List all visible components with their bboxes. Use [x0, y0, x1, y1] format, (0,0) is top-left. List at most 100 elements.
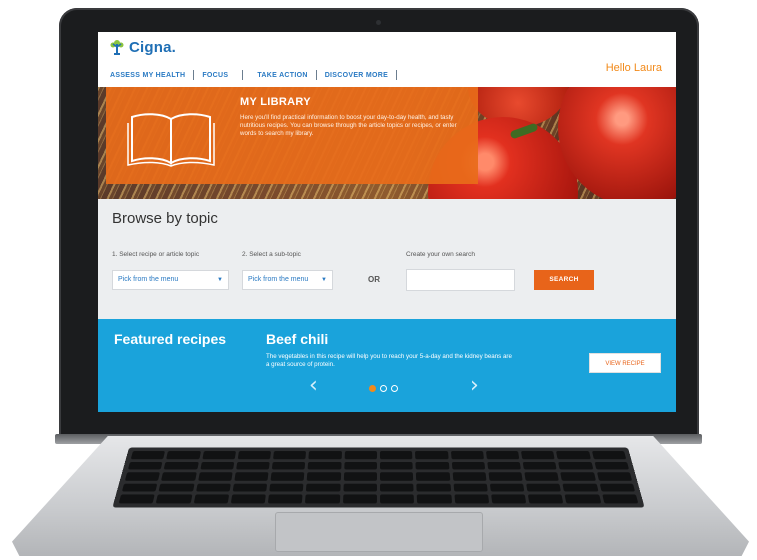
keyboard-key — [379, 472, 414, 481]
search-input[interactable] — [406, 269, 515, 291]
logo-text: Cigna. — [129, 38, 177, 56]
carousel-dots — [369, 385, 398, 392]
search-label: Create your own search — [406, 251, 476, 258]
keyboard-key — [121, 483, 158, 492]
keyboard-key — [166, 451, 201, 459]
keyboard-key — [380, 494, 415, 504]
carousel-dot[interactable] — [380, 385, 387, 392]
cigna-logo[interactable]: Cigna. — [108, 38, 176, 56]
carousel-dot[interactable] — [391, 385, 398, 392]
subtopic-select-value: Pick from the menu — [248, 276, 309, 283]
keyboard-key — [197, 472, 233, 481]
nav-divider — [315, 70, 317, 80]
keyboard-key — [379, 461, 414, 470]
keyboard-key — [591, 451, 627, 459]
browse-section: Browse by topic 1. Select recipe or arti… — [98, 199, 676, 319]
keyboard-key — [230, 494, 266, 504]
keyboard-key — [560, 472, 596, 481]
keyboard-key — [268, 494, 303, 504]
nav-divider — [396, 70, 398, 80]
recipe-description: The vegetables in this recipe will help … — [266, 353, 512, 368]
topic-select-value: Pick from the menu — [118, 276, 179, 283]
view-recipe-button[interactable]: VIEW RECIPE — [589, 353, 661, 373]
keyboard-key — [562, 483, 599, 492]
keyboard-key — [528, 494, 564, 504]
step1-label: 1. Select recipe or article topic — [112, 251, 200, 258]
keyboard-key — [199, 461, 235, 470]
keyboard-key — [234, 472, 269, 481]
tree-icon — [110, 40, 124, 55]
keyboard-key — [488, 472, 523, 481]
keyboard-key — [416, 483, 451, 492]
keyboard-key — [307, 472, 341, 481]
keyboard-key — [451, 461, 486, 470]
keyboard-key — [269, 483, 304, 492]
keyboard-key — [415, 451, 449, 459]
main-nav: ASSESS MY HEALTH FOCUS TAKE ACTION DISCO… — [110, 70, 405, 80]
keyboard-key — [343, 461, 378, 470]
browse-title: Browse by topic — [112, 210, 218, 227]
laptop-screen: Cigna. Hello Laura ASSESS MY HEALTH FOCU… — [98, 32, 676, 412]
hero-title: MY LIBRARY — [240, 96, 311, 108]
keyboard-key — [342, 494, 377, 504]
chevron-left-icon[interactable]: ‹ — [309, 373, 318, 398]
search-button[interactable]: SEARCH — [534, 270, 594, 290]
keyboard-key — [379, 451, 413, 459]
keyboard-key — [556, 451, 591, 459]
featured-recipes: Featured recipes Beef chili The vegetabl… — [98, 319, 676, 412]
keyboard-key — [521, 451, 555, 459]
keyboard-key — [235, 461, 270, 470]
nav-take-action[interactable]: TAKE ACTION — [257, 72, 307, 79]
library-hero: MY LIBRARY Here you'll find practical in… — [98, 87, 676, 199]
keyboard-key — [344, 451, 378, 459]
keyboard-key — [118, 494, 155, 504]
keyboard-key — [558, 461, 594, 470]
chevron-right-icon[interactable]: › — [470, 373, 479, 398]
subtopic-select[interactable]: Pick from the menu ▼ — [242, 270, 333, 290]
keyboard-key — [417, 494, 452, 504]
nav-discover-more[interactable]: DISCOVER MORE — [325, 72, 388, 79]
keyboard-key — [489, 483, 525, 492]
keyboard-key — [596, 472, 633, 481]
chevron-down-icon: ▼ — [321, 277, 327, 283]
keyboard-key — [307, 461, 342, 470]
keyboard-key — [305, 494, 340, 504]
keyboard-key — [237, 451, 272, 459]
keyboard-key — [155, 494, 192, 504]
nav-assess-my-health[interactable]: ASSESS MY HEALTH — [110, 72, 185, 79]
chevron-down-icon: ▼ — [217, 277, 223, 283]
keyboard-key — [308, 451, 342, 459]
featured-label: Featured recipes — [114, 331, 227, 347]
keyboard-key — [526, 483, 562, 492]
nav-focus[interactable]: FOCUS — [202, 72, 228, 79]
keyboard-key — [271, 461, 306, 470]
user-greeting[interactable]: Hello Laura — [606, 62, 662, 74]
keyboard-key — [232, 483, 268, 492]
keyboard-key — [195, 483, 231, 492]
keyboard-key — [487, 461, 522, 470]
keyboard-key — [599, 483, 636, 492]
hero-description: Here you'll find practical information t… — [240, 114, 457, 137]
keyboard-key — [379, 483, 414, 492]
topic-select[interactable]: Pick from the menu ▼ — [112, 270, 229, 290]
keyboard-key — [161, 472, 197, 481]
carousel-dot[interactable] — [369, 385, 376, 392]
recipe-title: Beef chili — [266, 331, 329, 347]
keyboard-key — [201, 451, 236, 459]
keyboard — [112, 447, 645, 508]
hero-overlay: MY LIBRARY Here you'll find practical in… — [106, 87, 478, 184]
keyboard-key — [453, 483, 488, 492]
nav-divider — [193, 70, 195, 80]
step2-label: 2. Select a sub-topic — [242, 251, 301, 258]
keyboard-key — [343, 472, 377, 481]
keyboard-key — [522, 461, 558, 470]
keyboard-key — [524, 472, 560, 481]
keyboard-key — [127, 461, 163, 470]
keyboard-key — [124, 472, 161, 481]
keyboard-key — [602, 494, 639, 504]
keyboard-key — [594, 461, 630, 470]
trackpad — [275, 512, 483, 552]
keyboard-key — [450, 451, 484, 459]
keyboard-key — [491, 494, 527, 504]
keyboard-key — [306, 483, 341, 492]
